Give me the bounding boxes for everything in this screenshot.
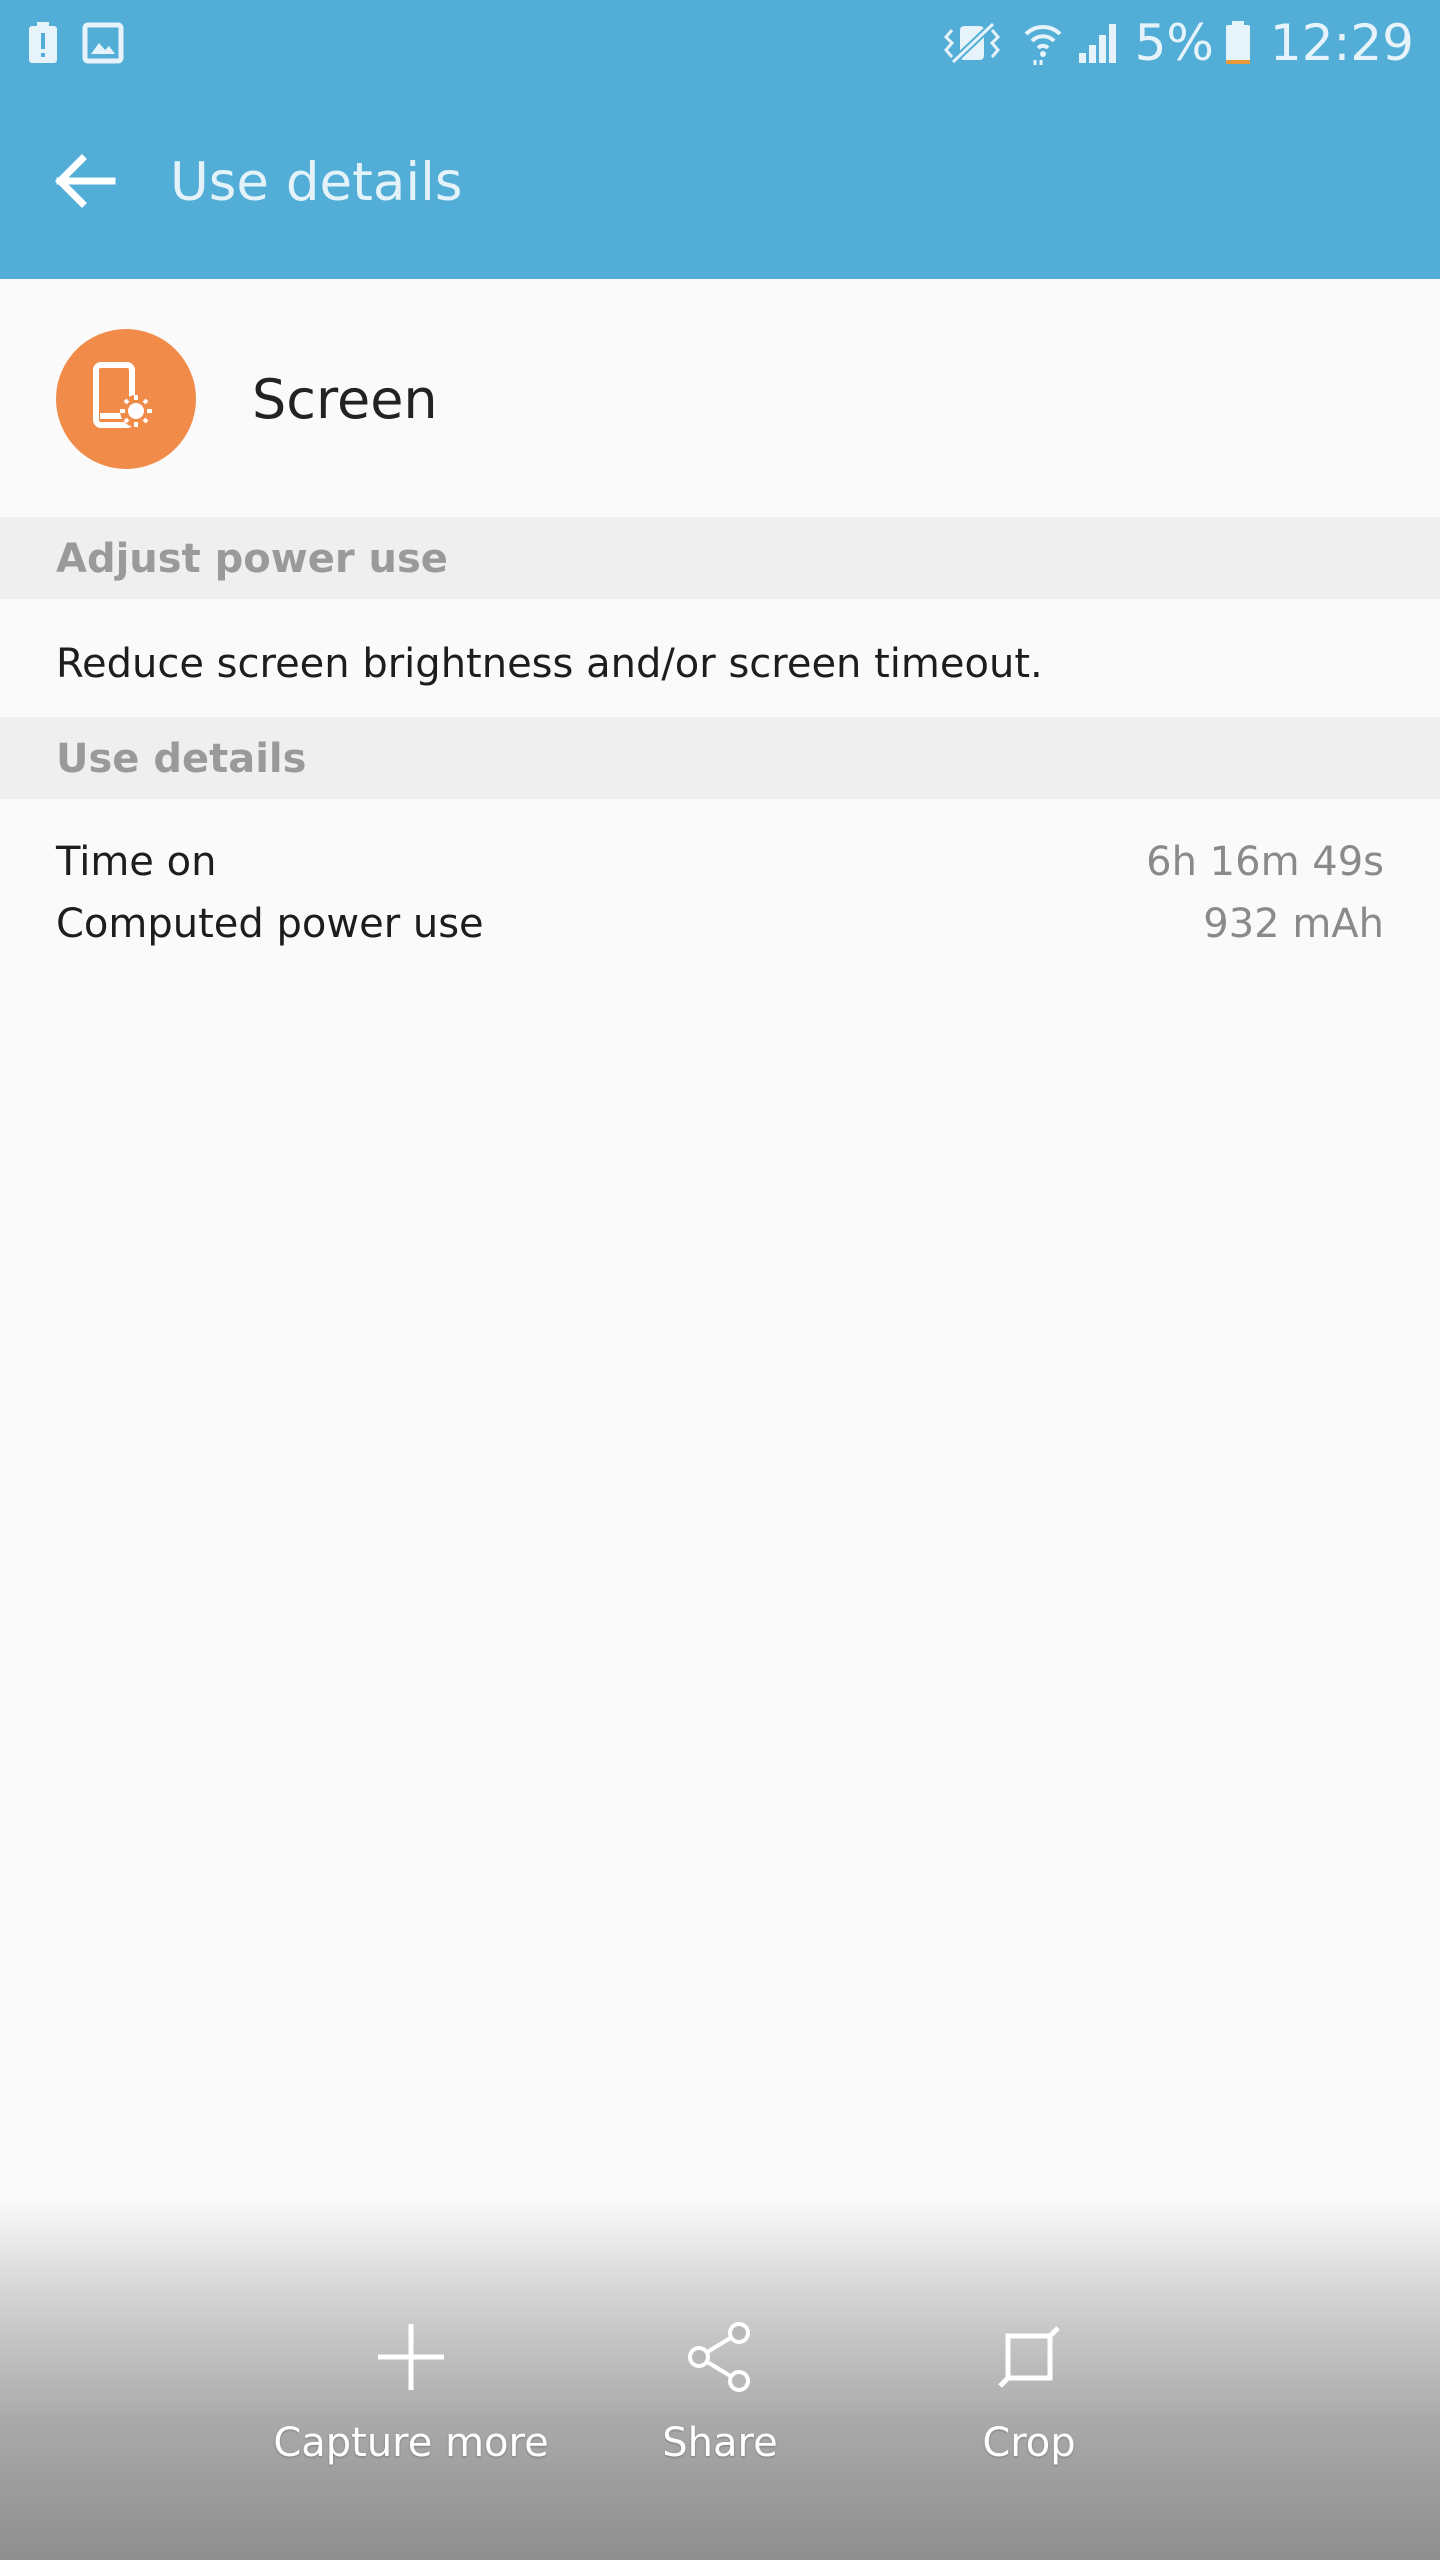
app-name: Screen [252,368,438,431]
image-icon [82,22,124,64]
back-arrow-icon [55,154,116,208]
section-header-details: Use details [0,717,1440,799]
share-icon-wrap [675,2312,765,2402]
battery-icon [1225,21,1250,64]
back-button[interactable] [40,136,130,226]
app-bar: Use details [0,86,1440,279]
share-button[interactable]: Share [555,2312,885,2512]
status-left-icons [26,0,124,86]
app-header: Screen [0,279,1440,517]
plus-icon-wrap [366,2312,456,2402]
share-icon [688,2322,750,2392]
crop-label: Crop [982,2420,1076,2466]
battery-percent: 5% [1134,14,1214,72]
status-bar: 5% 12:29 [0,0,1440,86]
power-tip-text: Reduce screen brightness and/or screen t… [56,641,1043,687]
detail-label: Time on [56,839,217,885]
signal-icon [1078,24,1116,63]
detail-row-power-use: Computed power use 932 mAh [56,893,1384,955]
section-header-details-label: Use details [56,736,307,782]
detail-value: 6h 16m 49s [1146,839,1384,885]
plus-icon [378,2324,444,2390]
screen-brightness-icon [93,362,152,428]
power-tip-row[interactable]: Reduce screen brightness and/or screen t… [0,600,1440,717]
vibrate-mute-icon [943,21,1000,65]
capture-more-button[interactable]: Capture more [246,2312,576,2512]
detail-value: 932 mAh [1203,901,1384,947]
wifi-icon [1024,24,1061,65]
crop-button[interactable]: Crop [864,2312,1194,2512]
clock: 12:29 [1269,14,1414,72]
capture-toolbar: Capture more Share Crop [0,2200,1440,2560]
crop-icon-wrap [984,2312,1074,2402]
section-header-adjust-label: Adjust power use [56,536,448,582]
page-title: Use details [170,152,463,213]
detail-label: Computed power use [56,901,484,947]
capture-more-label: Capture more [273,2420,549,2466]
crop-icon [998,2326,1060,2388]
section-header-adjust: Adjust power use [0,517,1440,599]
app-icon [56,329,196,469]
status-right-icons: 5% 12:29 [939,0,1414,86]
battery-alert-icon [29,22,57,63]
share-label: Share [662,2420,778,2466]
detail-row-time-on: Time on 6h 16m 49s [56,831,1384,893]
